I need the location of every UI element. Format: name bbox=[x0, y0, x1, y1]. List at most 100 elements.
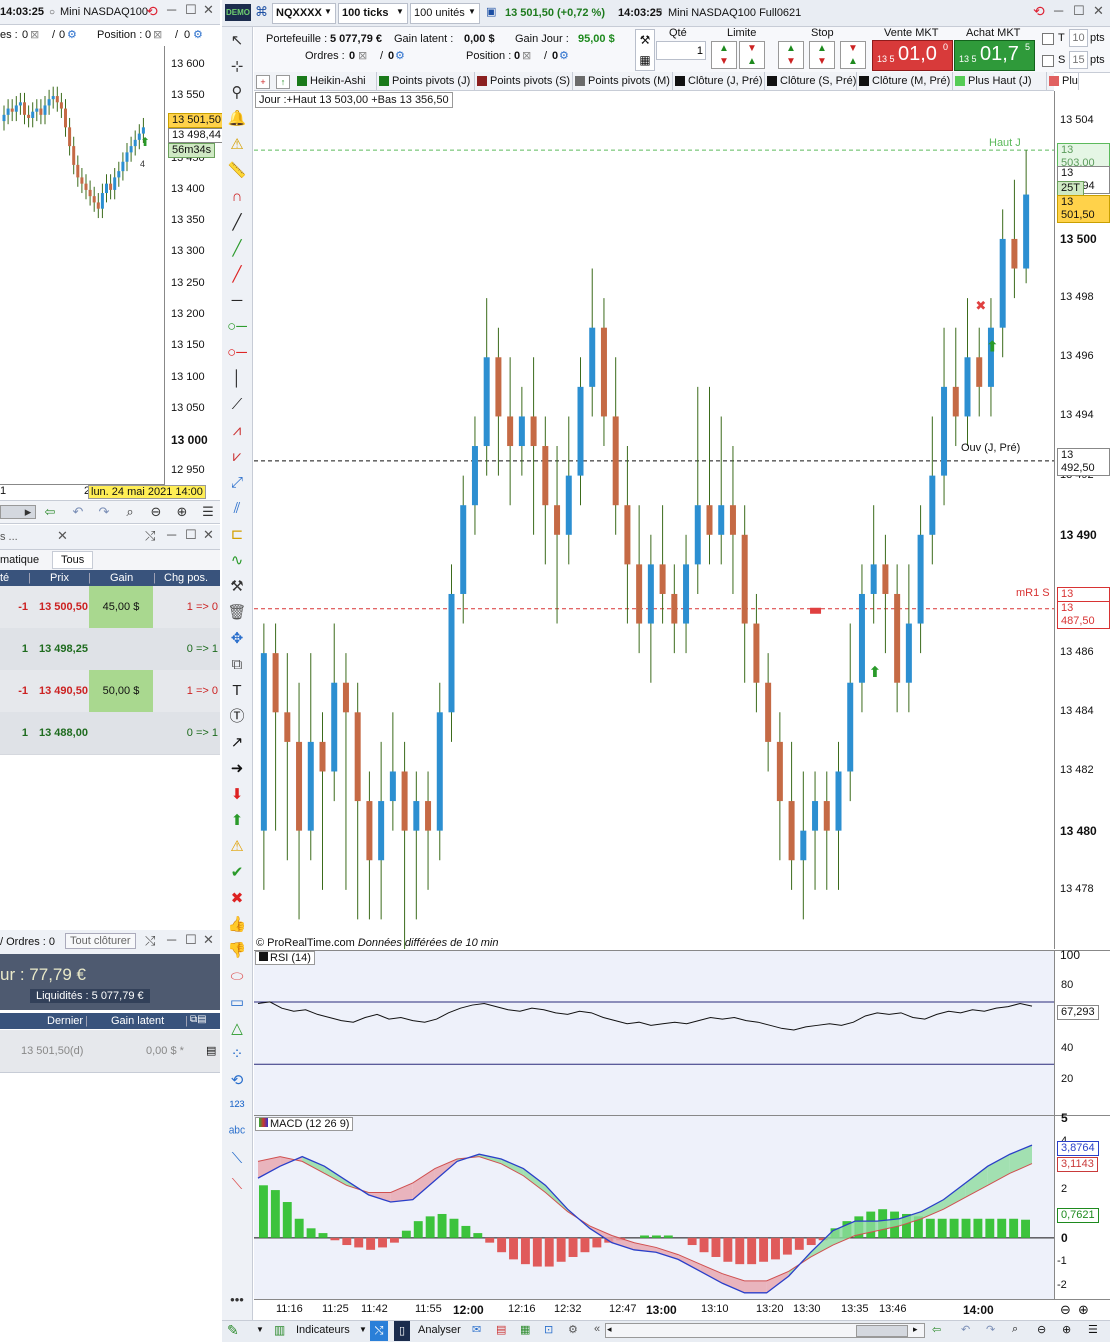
scrollbar-thumb[interactable] bbox=[856, 1325, 908, 1337]
alert-bell-icon[interactable]: 🔔 bbox=[226, 108, 248, 130]
table-row[interactable]: 1 13 488,00 0 => 1 bbox=[0, 712, 220, 755]
fibonacci-icon[interactable]: ⩘ bbox=[226, 420, 248, 442]
maximize-icon[interactable]: ☐ bbox=[185, 932, 197, 948]
more-options-icon[interactable]: ☰ bbox=[198, 502, 218, 522]
ruler-icon[interactable]: 📏 bbox=[226, 160, 248, 182]
zoom-in-icon[interactable]: ⊕ bbox=[1062, 1323, 1071, 1336]
search-icon[interactable]: ⚲ bbox=[226, 82, 248, 104]
redo-icon[interactable]: ↷ bbox=[986, 1323, 995, 1336]
zoom-in-icon[interactable]: ⊕ bbox=[172, 502, 192, 522]
stop-loss-input[interactable]: 15 bbox=[1069, 51, 1088, 69]
columns-config-icon[interactable]: ⧉▤ bbox=[190, 1014, 207, 1025]
buy-market-button[interactable]: 13 5 01,7 5 bbox=[954, 40, 1035, 71]
navigate-icon[interactable]: ⇦ bbox=[932, 1323, 941, 1336]
col-price[interactable]: Prix bbox=[50, 572, 69, 584]
refresh-icon[interactable]: ⟲ bbox=[146, 3, 158, 20]
indicator-tab[interactable]: Plu bbox=[1046, 72, 1079, 90]
zoom-out-icon[interactable]: ⊖ bbox=[1060, 1302, 1071, 1318]
mini-chart-area[interactable]: ⬆ bbox=[0, 46, 165, 485]
macd-panel[interactable] bbox=[254, 1115, 1054, 1300]
col-chg-pos[interactable]: Chg pos. bbox=[164, 572, 208, 584]
stop-sell-button[interactable]: ▼ ▲ bbox=[840, 41, 866, 69]
rsi-axis[interactable]: 10080604020 bbox=[1054, 948, 1110, 1115]
sell-market-button[interactable]: 13 5 01,0 0 bbox=[872, 40, 953, 71]
bracket-icon[interactable]: ⊏ bbox=[226, 524, 248, 546]
analyze-button[interactable]: Analyser bbox=[418, 1324, 461, 1336]
symbol-select[interactable]: NQXXXX ▼ bbox=[272, 3, 336, 24]
share-icon[interactable]: ⤭ bbox=[145, 528, 155, 544]
diagonal-red-icon[interactable]: ⟍ bbox=[226, 1174, 248, 1196]
arrow-icon[interactable]: ↗ bbox=[226, 732, 248, 754]
fan-icon[interactable]: ⩗ bbox=[226, 446, 248, 468]
more-tools-icon[interactable]: ••• bbox=[226, 1292, 248, 1310]
trash-icon[interactable]: 🗑 bbox=[226, 602, 248, 624]
move-icon[interactable]: ✥ bbox=[226, 628, 248, 650]
maximize-icon[interactable]: ☐ bbox=[185, 527, 197, 543]
indicator-tab[interactable]: Points pivots (M) bbox=[572, 72, 673, 90]
tools-icon[interactable]: ⚒ bbox=[226, 576, 248, 598]
table-row[interactable]: -1 13 500,50 45,00 $ 1 => 0 bbox=[0, 586, 220, 629]
filter-automatic[interactable]: matique bbox=[0, 554, 39, 566]
horizontal-scrollbar[interactable]: ◂ ▸ bbox=[605, 1323, 925, 1338]
alert-icon[interactable]: ⚠ bbox=[226, 134, 248, 156]
minimize-icon[interactable]: ─ bbox=[167, 2, 176, 17]
close-icon[interactable]: ✕ bbox=[203, 527, 214, 543]
maximize-icon[interactable]: ☐ bbox=[185, 2, 197, 18]
indicator-tab[interactable]: Clôture (S, Pré) bbox=[764, 72, 857, 90]
rotate-icon[interactable]: ⟲ bbox=[226, 1070, 248, 1092]
channel-icon[interactable]: ⤢ bbox=[226, 472, 248, 494]
table-icon[interactable]: ▦ bbox=[520, 1323, 530, 1336]
time-axis[interactable]: 11:16 11:25 11:42 11:55 12:00 12:16 12:32 12:47… bbox=[254, 1299, 1054, 1320]
indicator-tab[interactable]: Plus Haut (J) bbox=[952, 72, 1047, 90]
main-chart-area[interactable]: ⬆ ⬆ ✖ bbox=[254, 91, 1054, 949]
col-qty[interactable]: té bbox=[0, 572, 9, 584]
list-icon[interactable]: ▤ bbox=[496, 1323, 506, 1336]
close-icon[interactable]: ✕ bbox=[203, 932, 214, 948]
horizontal-line-icon[interactable]: ─ bbox=[226, 290, 248, 312]
timeframe-select[interactable]: 100 ticks ▼ bbox=[338, 3, 408, 24]
col-gain[interactable]: Gain bbox=[110, 572, 133, 584]
settings-icon[interactable]: ⚙ bbox=[568, 1323, 578, 1336]
indicators-button[interactable]: Indicateurs bbox=[296, 1324, 350, 1336]
units-select[interactable]: 100 unités ▼ bbox=[410, 3, 480, 24]
scroll-left-icon[interactable]: « bbox=[594, 1323, 600, 1335]
indicator-tab[interactable]: Clôture (J, Pré) bbox=[672, 72, 765, 90]
green-line-icon[interactable]: ╱ bbox=[226, 238, 248, 260]
filter-all-button[interactable]: Tous bbox=[52, 551, 94, 569]
position-row[interactable]: 13 501,50(d) 0,00 $ * ▤ bbox=[0, 1030, 220, 1073]
warning-icon[interactable]: ⚠ bbox=[226, 836, 248, 858]
redo-icon[interactable]: ↷ bbox=[94, 502, 114, 522]
gear-icon[interactable]: ⚙ bbox=[559, 49, 569, 62]
triangle-icon[interactable]: △ bbox=[226, 1018, 248, 1040]
zoom-fit-icon[interactable]: ⌕ bbox=[1012, 1323, 1018, 1336]
right-arrow-icon[interactable]: ➜ bbox=[226, 758, 248, 780]
stop-mid-button[interactable]: ▲ ▼ bbox=[809, 41, 835, 69]
text-circle-icon[interactable]: Ⓣ bbox=[226, 706, 248, 728]
vertical-line-icon[interactable]: │ bbox=[226, 368, 248, 390]
zoom-fit-icon[interactable]: ⌕ bbox=[120, 502, 140, 522]
cursor-icon[interactable]: ↖ bbox=[226, 30, 248, 52]
maximize-icon[interactable]: ☐ bbox=[1073, 3, 1085, 19]
red-line-icon[interactable]: ╱ bbox=[226, 264, 248, 286]
indicator-tab[interactable]: Points pivots (J) bbox=[376, 72, 475, 90]
indicator-tab[interactable]: Points pivots (S) bbox=[474, 72, 573, 90]
down-arrow-icon[interactable]: ⬇ bbox=[226, 784, 248, 806]
close-icon[interactable]: ✕ bbox=[203, 2, 214, 18]
qty-input[interactable] bbox=[656, 41, 706, 60]
gear-icon[interactable]: ⚙ bbox=[395, 49, 405, 62]
target-input[interactable]: 10 bbox=[1069, 29, 1088, 47]
text-icon[interactable]: T bbox=[226, 680, 248, 702]
line-icon[interactable]: ╱ bbox=[226, 212, 248, 234]
red-segment-icon[interactable]: ○─ bbox=[226, 342, 248, 364]
minimize-icon[interactable]: ─ bbox=[1054, 3, 1063, 18]
details-icon[interactable]: ▣ bbox=[486, 5, 496, 18]
pitchfork-icon[interactable]: ⫽ bbox=[226, 498, 248, 520]
thumb-down-icon[interactable]: 👎 bbox=[226, 940, 248, 962]
wave-icon[interactable]: ∿ bbox=[226, 550, 248, 572]
refresh-icon[interactable]: ⟲ bbox=[1033, 3, 1045, 20]
gear-icon[interactable]: ⚙ bbox=[67, 28, 77, 41]
zoom-out-icon[interactable]: ⊖ bbox=[1037, 1323, 1046, 1336]
chart-icon[interactable]: ⊡ bbox=[544, 1323, 553, 1336]
limit-buy-button[interactable]: ▲ ▼ bbox=[711, 41, 737, 69]
table-row[interactable]: 1 13 498,25 0 => 1 bbox=[0, 628, 220, 671]
